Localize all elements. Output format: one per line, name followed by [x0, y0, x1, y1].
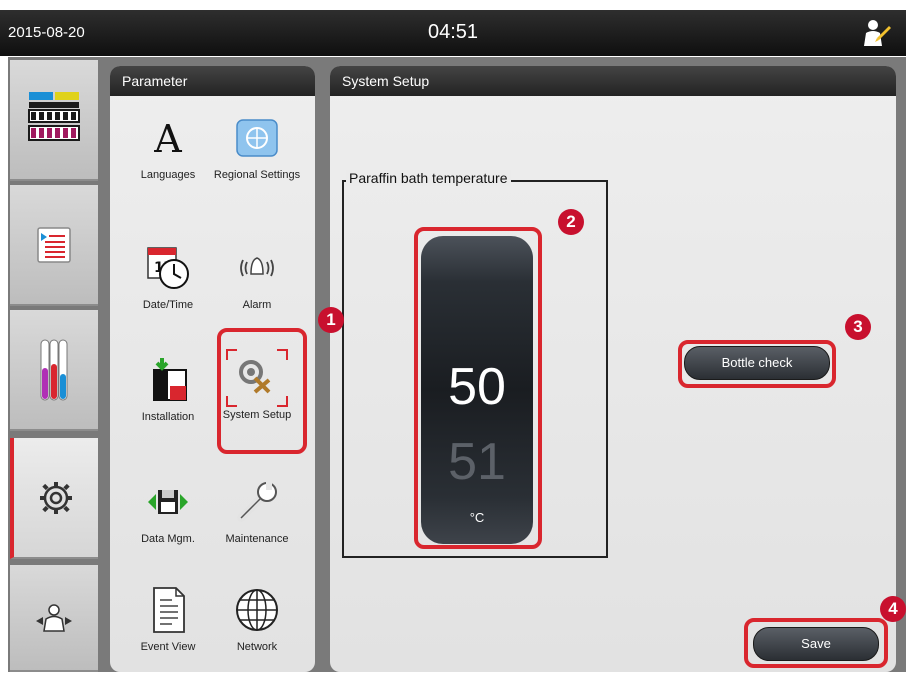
- param-data-management[interactable]: Data Mgm.: [123, 478, 213, 547]
- param-label: Network: [236, 641, 278, 653]
- letter-a-icon: A: [144, 114, 192, 162]
- callout-frame-bottle-check: [678, 340, 836, 388]
- param-installation[interactable]: Installation: [123, 356, 213, 425]
- status-time: 04:51: [427, 21, 479, 43]
- reagent-tubes-icon: [40, 339, 68, 400]
- network-globe-icon: [233, 586, 281, 634]
- callout-frame-save: [744, 618, 888, 668]
- nav-settings[interactable]: [10, 438, 98, 559]
- callout-frame-system-setup: [217, 328, 307, 454]
- installation-icon: [144, 356, 192, 404]
- paraffin-temperature-label: Paraffin bath temperature: [346, 170, 511, 186]
- user-supervisor-icon[interactable]: [858, 16, 892, 50]
- param-languages[interactable]: A Languages: [123, 114, 213, 183]
- system-setup-title: System Setup: [330, 66, 896, 96]
- status-bar: 2015-08-20 04:51: [0, 10, 906, 56]
- callout-badge-2: 2: [558, 209, 584, 235]
- globe-settings-icon: [233, 114, 281, 162]
- svg-text:A: A: [153, 117, 182, 161]
- param-label: Regional Settings: [213, 169, 301, 181]
- param-label: Installation: [141, 411, 195, 423]
- param-label: Data Mgm.: [141, 533, 195, 545]
- param-date-time[interactable]: 17 Date/Time: [123, 244, 213, 313]
- param-label: Date/Time: [142, 299, 194, 311]
- nav-user[interactable]: [10, 565, 98, 672]
- param-alarm[interactable]: Alarm: [212, 244, 302, 313]
- param-maintenance[interactable]: Maintenance: [212, 478, 302, 547]
- param-label: Maintenance: [225, 533, 289, 545]
- callout-badge-4: 4: [880, 596, 906, 622]
- nav-reagents[interactable]: [10, 310, 98, 431]
- param-label: Alarm: [242, 299, 272, 311]
- gear-icon: [40, 481, 72, 514]
- wrench-icon: [233, 478, 281, 526]
- param-event-view[interactable]: Event View: [123, 586, 213, 655]
- callout-frame-temperature: [414, 227, 542, 549]
- param-label: Languages: [140, 169, 196, 181]
- calendar-clock-icon: 17: [144, 244, 192, 292]
- nav-program[interactable]: [10, 185, 98, 306]
- callout-badge-1: 1: [318, 307, 344, 333]
- param-network[interactable]: Network: [212, 586, 302, 655]
- callout-badge-3: 3: [845, 314, 871, 340]
- parameter-title: Parameter: [110, 66, 315, 96]
- station-overview-icon: [28, 91, 80, 141]
- document-icon: [144, 586, 192, 634]
- floppy-icon: [144, 478, 192, 526]
- param-regional-settings[interactable]: Regional Settings: [212, 114, 302, 183]
- user-switch-icon: [36, 603, 72, 632]
- nav-station-status[interactable]: [10, 60, 98, 181]
- param-label: Event View: [140, 641, 196, 653]
- program-list-icon: [37, 226, 71, 263]
- bell-icon: [233, 244, 281, 292]
- screen: 2015-08-20 04:51 Parameter A Languages R…: [0, 0, 906, 679]
